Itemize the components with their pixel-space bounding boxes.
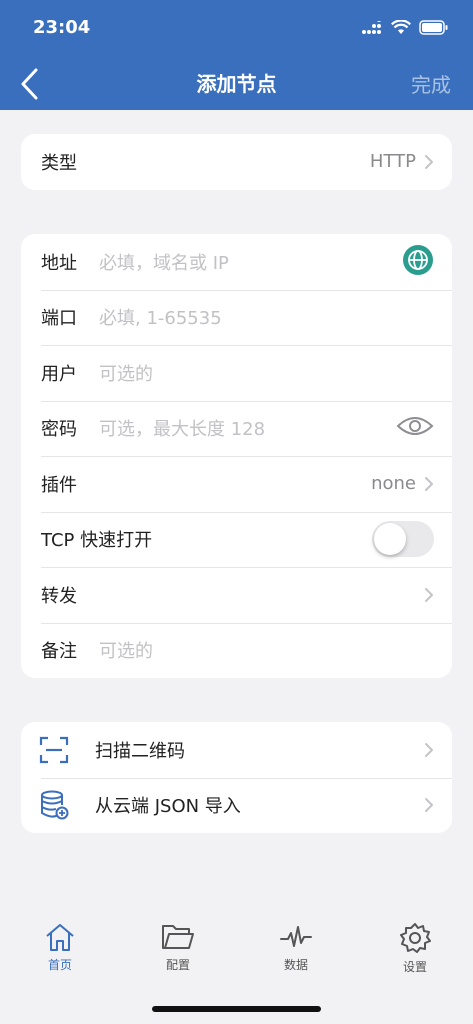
home-indicator bbox=[152, 1006, 321, 1012]
eye-icon bbox=[396, 417, 434, 436]
password-row: 密码 可选，最大长度 128 bbox=[21, 400, 452, 457]
chevron-right-icon bbox=[425, 476, 433, 491]
folder-icon bbox=[162, 925, 194, 949]
page-title: 添加节点 bbox=[196, 72, 277, 96]
scan-icon bbox=[39, 735, 69, 765]
status-icons bbox=[361, 20, 449, 35]
address-row: 地址 必填，域名或 IP bbox=[21, 234, 452, 290]
tab-home-label: 首页 bbox=[47, 958, 72, 972]
port-label: 端口 bbox=[41, 308, 77, 330]
globe-button[interactable] bbox=[402, 244, 434, 280]
tcp-fast-open-row: TCP 快速打开 bbox=[21, 511, 452, 568]
toggle-knob bbox=[374, 523, 406, 556]
tab-settings[interactable]: 设置 bbox=[375, 922, 455, 975]
battery-icon bbox=[419, 20, 448, 35]
user-label: 用户 bbox=[41, 363, 77, 385]
user-field[interactable]: 可选的 bbox=[99, 360, 153, 386]
done-button[interactable]: 完成 bbox=[411, 69, 451, 98]
chevron-right-icon bbox=[425, 154, 433, 169]
tab-config-label: 配置 bbox=[165, 958, 190, 972]
type-card: 类型 HTTP bbox=[21, 134, 452, 190]
tab-data[interactable]: 数据 bbox=[256, 922, 336, 973]
signal-icon bbox=[362, 20, 381, 34]
tab-data-label: 数据 bbox=[283, 958, 308, 972]
forward-row[interactable]: 转发 bbox=[21, 567, 452, 623]
chevron-right-icon bbox=[425, 587, 433, 602]
activity-icon bbox=[280, 926, 312, 947]
form-card: 地址 必填，域名或 IP 端口 必填, 1-65535 用户 可选的 密码 可选… bbox=[21, 234, 452, 678]
chevron-right-icon bbox=[425, 798, 433, 813]
tcp-fast-open-toggle[interactable] bbox=[372, 521, 434, 558]
status-bar: 23:04 bbox=[0, 14, 473, 44]
forward-label: 转发 bbox=[41, 585, 77, 607]
password-label: 密码 bbox=[41, 419, 77, 441]
tcp-fast-open-label: TCP 快速打开 bbox=[41, 530, 153, 552]
home-icon bbox=[46, 924, 74, 951]
tab-home[interactable]: 首页 bbox=[20, 922, 100, 973]
user-row: 用户 可选的 bbox=[21, 345, 452, 401]
navbar: 添加节点 完成 bbox=[0, 58, 473, 108]
tab-config[interactable]: 配置 bbox=[138, 922, 218, 973]
scan-qr-row[interactable]: 扫描二维码 bbox=[21, 722, 452, 778]
note-row: 备注 可选的 bbox=[21, 622, 452, 679]
plugin-value: none bbox=[371, 473, 416, 495]
import-json-label: 从云端 JSON 导入 bbox=[95, 796, 241, 818]
scan-qr-label: 扫描二维码 bbox=[95, 740, 185, 762]
import-json-row[interactable]: 从云端 JSON 导入 bbox=[21, 777, 452, 834]
port-field[interactable]: 必填, 1-65535 bbox=[99, 304, 222, 330]
status-time: 23:04 bbox=[33, 17, 91, 38]
plugin-label: 插件 bbox=[41, 474, 77, 496]
tab-settings-label: 设置 bbox=[402, 960, 427, 974]
note-field[interactable]: 可选的 bbox=[99, 637, 153, 663]
password-field[interactable]: 可选，最大长度 128 bbox=[99, 415, 265, 441]
type-row[interactable]: 类型 HTTP bbox=[21, 134, 452, 190]
globe-icon bbox=[403, 244, 433, 275]
show-password-button[interactable] bbox=[396, 414, 434, 442]
plugin-row[interactable]: 插件 none bbox=[21, 456, 452, 512]
gear-icon bbox=[400, 923, 431, 953]
type-label: 类型 bbox=[41, 152, 77, 174]
import-card: 扫描二维码 从云端 JSON 导入 bbox=[21, 722, 452, 833]
address-field[interactable]: 必填，域名或 IP bbox=[99, 249, 229, 275]
address-label: 地址 bbox=[41, 252, 77, 274]
port-row: 端口 必填, 1-65535 bbox=[21, 289, 452, 346]
chevron-right-icon bbox=[425, 742, 433, 757]
database-add-icon bbox=[39, 790, 69, 820]
wifi-icon bbox=[391, 20, 411, 34]
tab-bar: 首页 配置 数据 设置 bbox=[0, 922, 473, 982]
note-label: 备注 bbox=[41, 641, 77, 663]
header: 23:04 添加节点 完成 bbox=[0, 0, 473, 110]
type-value: HTTP bbox=[369, 151, 416, 173]
